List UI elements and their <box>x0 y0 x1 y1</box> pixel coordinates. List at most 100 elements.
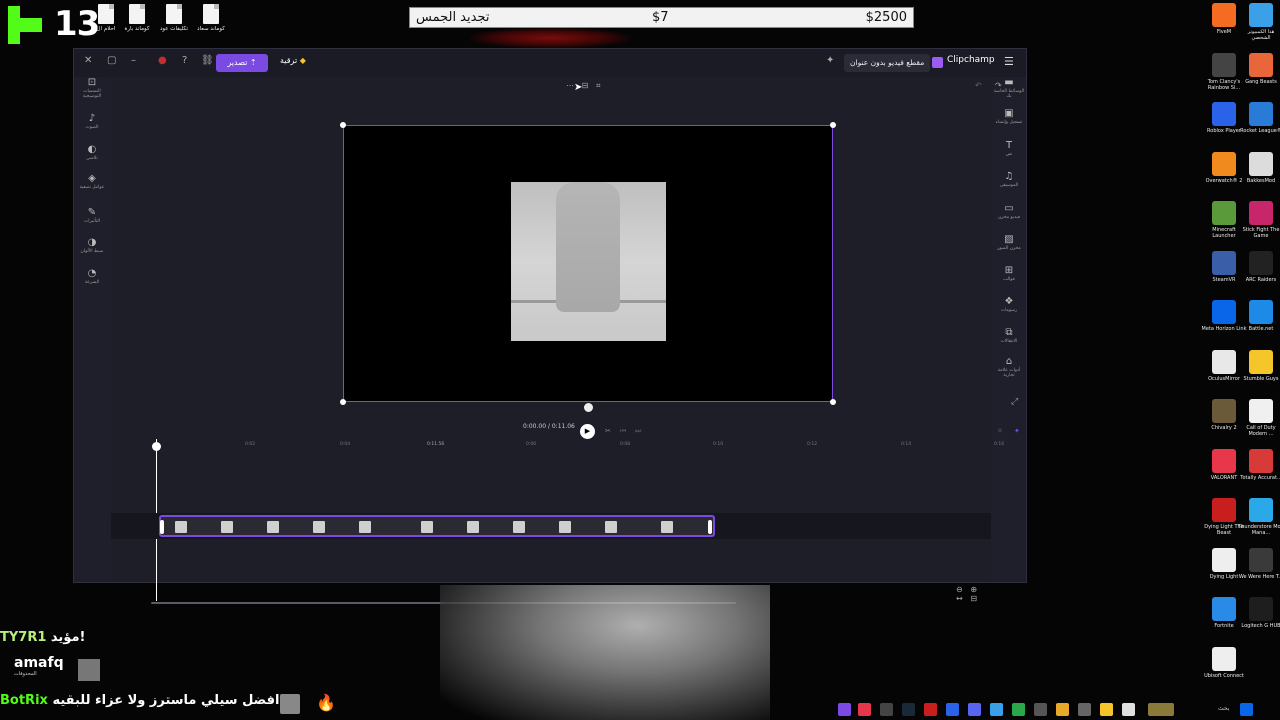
desktop-file-3[interactable]: تكليفات عود <box>154 4 194 32</box>
title-bar: ✕ ▢ – ● ? ⛓ تصدير ⇡ ترقية ◆ ✦ مقطع فيديو… <box>74 49 1026 77</box>
more-icon[interactable]: ⋯ <box>566 81 574 90</box>
desktop-icon-label: Stick Fight The Game <box>1242 227 1280 239</box>
resize-handle-tl[interactable] <box>340 122 346 128</box>
sidebar-item-music[interactable]: ♫ الموسيقى <box>992 171 1026 188</box>
chrome-icon[interactable] <box>1056 703 1069 716</box>
timeline-clip[interactable] <box>159 515 715 537</box>
fit-icon[interactable]: ⊟ <box>582 81 589 90</box>
menu-icon[interactable]: ☰ <box>1004 55 1014 68</box>
desktop-icon[interactable]: Thunderstore Mod Mana... <box>1238 498 1280 536</box>
undo-icon[interactable]: ↶ <box>975 81 982 90</box>
taskbar-app-icon[interactable] <box>1122 703 1135 716</box>
edge-icon[interactable] <box>990 703 1003 716</box>
split-icon[interactable]: ✂ <box>605 427 611 435</box>
crop-icon[interactable]: ⌗ <box>596 81 601 90</box>
discord-icon[interactable] <box>968 703 981 716</box>
clipchamp-taskbar-icon[interactable] <box>838 703 851 716</box>
file-explorer-icon[interactable] <box>1100 703 1113 716</box>
taskbar-app-icon[interactable] <box>858 703 871 716</box>
close-icon[interactable]: ✕ <box>84 55 92 66</box>
sidebar-item-effects[interactable]: ✎ التأثيرات <box>74 207 110 224</box>
taskbar-app-icon[interactable] <box>880 703 893 716</box>
project-name-field[interactable]: مقطع فيديو بدون عنوان <box>844 54 931 72</box>
steam-icon[interactable] <box>902 703 915 716</box>
sidebar-item-graphics[interactable]: ❖ رسومات <box>992 296 1026 313</box>
sidebar-item-fade[interactable]: ◐ تلاشي <box>74 144 110 161</box>
taskbar-widget-icon[interactable] <box>1148 703 1174 716</box>
sidebar-item-brand-kit[interactable]: ⌂ أدوات علامة تجارية <box>992 356 1026 378</box>
skip-back-icon[interactable]: ⏮ <box>620 427 626 436</box>
sidebar-item-record[interactable]: ▣ تسجيل وإنشاء <box>992 108 1026 125</box>
zoom-in-icon[interactable]: ⊕ <box>970 585 977 594</box>
fit-timeline-icon[interactable]: ↔ <box>956 594 963 603</box>
desktop-icon[interactable]: Stick Fight The Game <box>1238 201 1280 239</box>
magic-icon[interactable]: ✦ <box>826 55 834 66</box>
sidebar-item-speed[interactable]: ◔ السرعة <box>74 268 110 285</box>
stock-images-icon: ▨ <box>1004 234 1014 245</box>
desktop-icon[interactable]: Gang Beasts <box>1238 52 1280 85</box>
desktop-icon[interactable]: BakkesMod <box>1238 151 1280 184</box>
sidebar-item-transitions[interactable]: ⧉ الانتقالات <box>992 327 1026 344</box>
export-button[interactable]: تصدير ⇡ <box>216 54 268 72</box>
resize-handle-br[interactable] <box>830 399 836 405</box>
sidebar-item-captions[interactable]: ⊡ التسميات التوضيحية <box>74 77 110 99</box>
taskbar-app-icon[interactable] <box>1012 703 1025 716</box>
sidebar-item-text[interactable]: T نص <box>992 140 1026 157</box>
desktop-icon[interactable]: ARC Raiders <box>1238 250 1280 283</box>
desktop-icon-label: We Were Here T... <box>1238 573 1280 580</box>
clip-thumbnail <box>513 521 525 533</box>
app-icon <box>1249 300 1273 324</box>
maximize-icon[interactable]: ▢ <box>107 55 116 66</box>
timeline-ruler[interactable]: 0:02 0:04 0:11.56 0:06 0:08 0:10 0:12 0:… <box>111 439 1004 451</box>
desktop-icon[interactable]: Logitech G HUB <box>1238 597 1280 629</box>
expand-timeline-icon[interactable]: ⊟ <box>970 594 977 603</box>
skip-forward-icon[interactable]: ⏭ <box>635 427 641 436</box>
taskbar-search[interactable]: بحث <box>1218 705 1229 712</box>
sidebar-item-audio[interactable]: ♪ الصوت <box>74 113 110 130</box>
captions-icon: ⊡ <box>87 77 97 88</box>
share-link-icon[interactable]: ⛓ <box>201 55 214 66</box>
start-icon[interactable] <box>1240 703 1253 716</box>
taskbar-app-icon[interactable] <box>924 703 937 716</box>
upgrade-label: ترقية <box>280 56 298 65</box>
sidebar-item-templates[interactable]: ⊞ قوالب <box>992 265 1026 282</box>
desktop-icon[interactable]: هذا الكمبيوتر الشخصي <box>1238 3 1280 41</box>
resize-handle-bl[interactable] <box>340 399 346 405</box>
filters-icon: ◈ <box>88 173 96 184</box>
preview-canvas[interactable] <box>343 125 833 402</box>
sidebar-item-stock-video[interactable]: ▭ فيديو مخزن <box>992 203 1026 220</box>
zoom-out-icon[interactable]: ⊖ <box>956 585 963 594</box>
sidebar-item-filters[interactable]: ◈ عوامل تصفية <box>74 173 110 190</box>
trim-handle-right[interactable] <box>708 520 712 534</box>
resize-handle-tr[interactable] <box>830 122 836 128</box>
desktop-file-4[interactable]: كوماند سعاد <box>191 4 231 32</box>
app-icon <box>1212 646 1236 671</box>
desktop-icon[interactable]: We Were Here T... <box>1238 547 1280 580</box>
desktop-icon[interactable]: Call of Duty Modern ... <box>1238 399 1280 437</box>
video-frame[interactable] <box>511 182 666 341</box>
desktop-icon[interactable]: Stumble Guys <box>1238 349 1280 382</box>
subscriber-alert: TY7R1 مؤيد! <box>0 630 85 645</box>
media-icon: ▬ <box>1004 77 1014 88</box>
sidebar-item-stock-images[interactable]: ▨ مخزن الصور <box>992 234 1026 251</box>
desktop-icon[interactable]: Rocket League® <box>1238 102 1280 134</box>
taskbar-app-icon[interactable] <box>1078 703 1091 716</box>
desktop-icon[interactable]: Ubisoft Connect <box>1201 646 1247 679</box>
rotate-handle[interactable] <box>584 403 593 412</box>
trim-handle-left[interactable] <box>160 520 164 534</box>
record-icon[interactable]: ● <box>158 55 167 66</box>
sidebar-item-media[interactable]: ▬ الوسائط الخاصة بك <box>992 77 1026 99</box>
upgrade-button[interactable]: ترقية ◆ <box>280 56 306 65</box>
clip-thumbnail <box>175 521 187 533</box>
taskbar-app-icon[interactable] <box>946 703 959 716</box>
desktop-icon[interactable]: Totally Accurat... <box>1238 448 1280 481</box>
sidebar-item-color[interactable]: ◑ ضبط الألوان <box>74 237 110 254</box>
minimize-icon[interactable]: – <box>131 55 136 66</box>
desktop-file-2[interactable]: كوماند بارة <box>117 4 157 32</box>
play-button[interactable]: ▶ <box>580 424 595 439</box>
desktop-icon[interactable]: Battle.net <box>1238 300 1280 332</box>
avatar <box>78 659 100 681</box>
desktop-icon-label: Ubisoft Connect <box>1204 672 1244 679</box>
taskbar-app-icon[interactable] <box>1034 703 1047 716</box>
help-icon[interactable]: ? <box>182 55 187 66</box>
